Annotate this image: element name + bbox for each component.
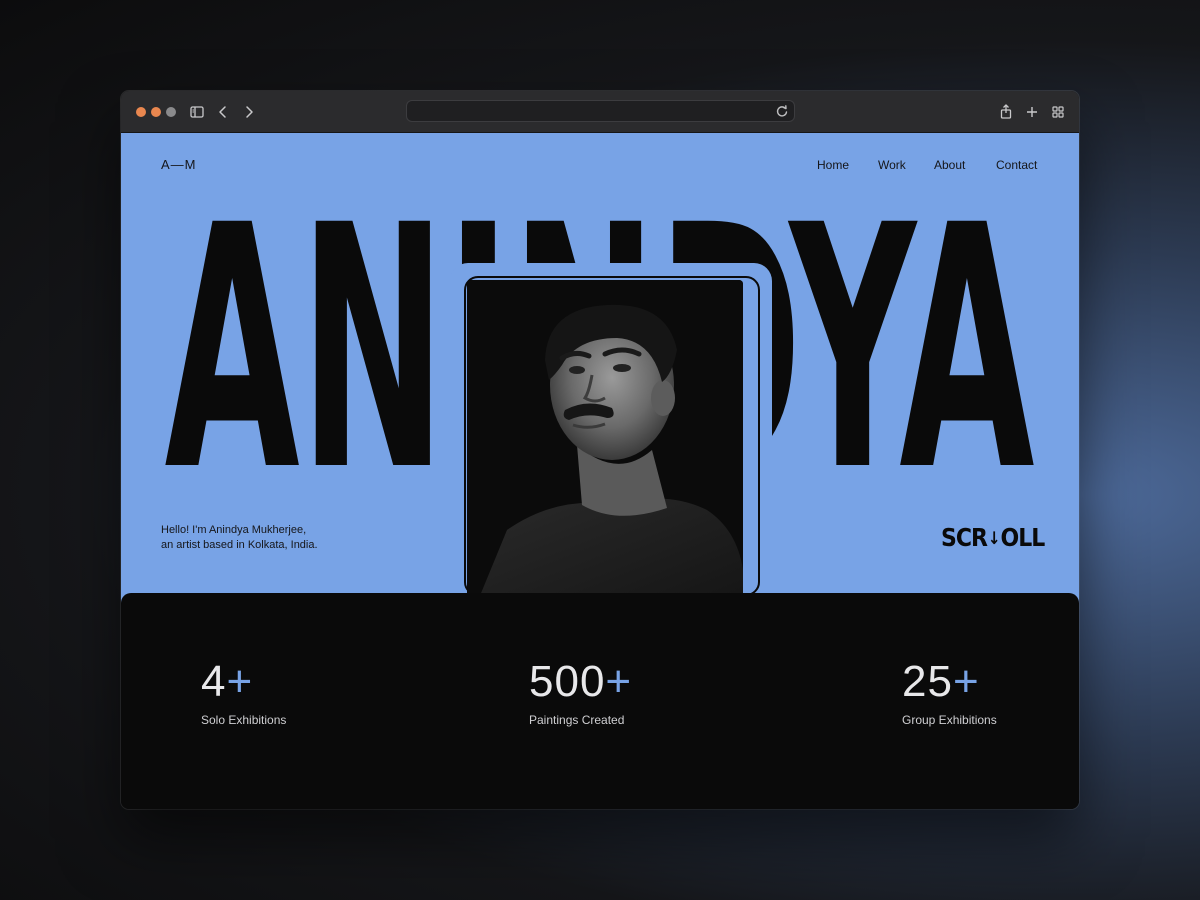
sidebar-icon[interactable] xyxy=(187,102,207,122)
new-tab-icon[interactable] xyxy=(1022,102,1042,122)
stat-group-exhibitions: 25+ Group Exhibitions xyxy=(902,657,997,727)
tab-overview-icon[interactable] xyxy=(1048,102,1068,122)
maximize-window-button[interactable] xyxy=(166,107,176,117)
stat-label: Solo Exhibitions xyxy=(201,713,287,727)
address-bar[interactable] xyxy=(406,100,795,122)
browser-toolbar xyxy=(121,91,1079,133)
scroll-indicator[interactable]: SCR ↓ OLL xyxy=(941,521,1046,556)
down-arrow-icon: ↓ xyxy=(987,527,1001,549)
minimize-window-button[interactable] xyxy=(151,107,161,117)
hero-section: A—M Home Work About Contact ANINDYA xyxy=(121,133,1079,603)
back-icon[interactable] xyxy=(213,102,233,122)
stat-label: Group Exhibitions xyxy=(902,713,997,727)
intro-line-1: Hello! I'm Anindya Mukherjee, xyxy=(161,524,307,536)
stat-value: 25+ xyxy=(902,657,980,706)
stat-value: 500+ xyxy=(529,657,633,706)
intro-text: Hello! I'm Anindya Mukherjee, an artist … xyxy=(161,523,318,553)
stats-section: 4+ Solo Exhibitions 500+ Paintings Creat… xyxy=(121,593,1079,809)
portrait-photo xyxy=(467,280,743,603)
stat-value: 4+ xyxy=(201,657,254,706)
forward-icon[interactable] xyxy=(239,102,259,122)
close-window-button[interactable] xyxy=(136,107,146,117)
intro-line-2: an artist based in Kolkata, India. xyxy=(161,539,318,551)
browser-window: A—M Home Work About Contact ANINDYA xyxy=(121,91,1079,809)
scroll-text-right: OLL xyxy=(1000,523,1046,553)
stat-paintings-created: 500+ Paintings Created xyxy=(529,657,632,727)
reload-icon[interactable] xyxy=(773,102,791,120)
share-icon[interactable] xyxy=(996,102,1016,122)
stat-solo-exhibitions: 4+ Solo Exhibitions xyxy=(201,657,286,727)
stat-label: Paintings Created xyxy=(529,713,625,727)
scroll-text-left: SCR xyxy=(941,523,988,553)
